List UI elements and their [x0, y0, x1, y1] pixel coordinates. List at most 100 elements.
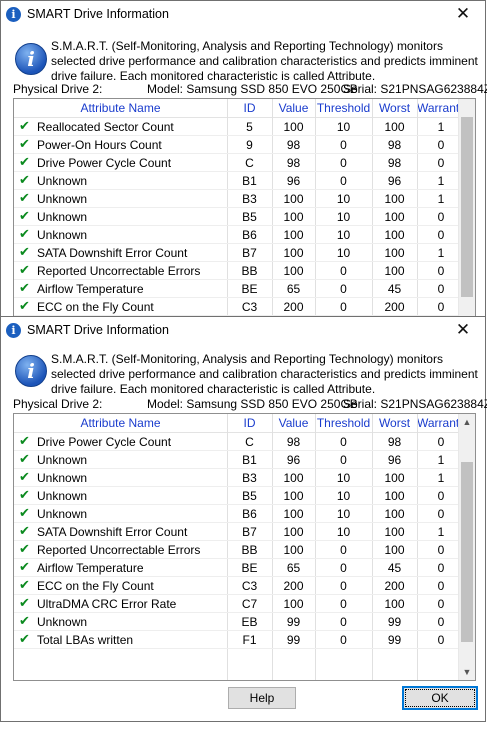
table-row[interactable]: ✔ Unknown B1 96 0 96 1 — [14, 451, 458, 469]
cell-id: B1 — [242, 453, 257, 467]
cell-threshold: 10 — [336, 228, 351, 242]
cell-name: Airflow Temperature — [37, 282, 144, 296]
column-header-id[interactable]: ID — [227, 101, 272, 115]
model-label: Model: Samsung SSD 850 EVO 250GB — [147, 82, 358, 96]
table-row[interactable]: ✔ Drive Power Cycle Count C 98 0 98 0 — [14, 433, 458, 451]
cell-name: ECC on the Fly Count — [37, 579, 154, 593]
table-row[interactable]: ✔ Power-On Hours Count 9 98 0 98 0 — [14, 136, 458, 154]
cell-worst: 100 — [384, 210, 405, 224]
cell-id: C3 — [241, 579, 258, 593]
column-header-value[interactable]: Value — [272, 101, 315, 115]
table-row[interactable]: ✔ SATA Downshift Error Count B7 100 10 100 1 — [14, 523, 458, 541]
cell-id: C — [245, 435, 254, 449]
column-header-threshold[interactable]: Threshold — [315, 416, 372, 430]
cell-threshold: 0 — [340, 138, 347, 152]
checkmark-icon: ✔ — [19, 614, 30, 629]
checkmark-icon: ✔ — [19, 596, 30, 611]
cell-threshold: 0 — [340, 174, 347, 188]
table-row[interactable]: ✔ Drive Power Cycle Count C 98 0 98 0 — [14, 154, 458, 172]
checkmark-icon: ✔ — [19, 263, 30, 278]
column-header-name[interactable]: Attribute Name — [14, 101, 227, 115]
scrollbar-thumb[interactable] — [461, 117, 473, 297]
ok-button[interactable]: OK — [402, 686, 478, 710]
column-header-worst[interactable]: Worst — [372, 101, 417, 115]
vertical-scrollbar[interactable]: ▲ ▼ — [458, 414, 475, 680]
cell-id: B7 — [242, 246, 257, 260]
cell-id: B6 — [242, 228, 257, 242]
column-header-worst[interactable]: Worst — [372, 416, 417, 430]
cell-name: Reallocated Sector Count — [37, 120, 174, 134]
attributes-table[interactable]: Attribute Name ID Value Threshold Worst Warra… — [13, 98, 476, 320]
column-header-value[interactable]: Value — [272, 416, 315, 430]
info-icon: i — [6, 7, 21, 22]
table-row[interactable]: ✔ Reallocated Sector Count 5 100 10 100 1 — [14, 118, 458, 136]
ok-button-label: OK — [405, 689, 475, 707]
cell-id: C — [245, 156, 254, 170]
cell-value: 100 — [283, 210, 304, 224]
table-row[interactable]: ✔ Unknown B3 100 10 100 1 — [14, 469, 458, 487]
table-row[interactable]: ✔ UltraDMA CRC Error Rate C7 100 0 100 0 — [14, 595, 458, 613]
cell-threshold: 10 — [336, 507, 351, 521]
cell-id: BE — [241, 561, 258, 575]
cell-threshold: 0 — [340, 615, 347, 629]
cell-value: 100 — [283, 489, 304, 503]
cell-id: C7 — [241, 597, 258, 611]
attributes-table[interactable]: Attribute Name ID Value Threshold Worst Warra… — [13, 413, 476, 681]
cell-name: Drive Power Cycle Count — [37, 435, 172, 449]
help-button[interactable]: Help — [228, 687, 296, 709]
table-row[interactable]: ✔ Unknown EB 99 0 99 0 — [14, 613, 458, 631]
cell-name: SATA Downshift Error Count — [37, 246, 188, 260]
scroll-down-arrow-icon[interactable]: ▼ — [459, 664, 475, 680]
cell-worst: 96 — [387, 453, 402, 467]
column-header-name[interactable]: Attribute Name — [14, 416, 227, 430]
checkmark-icon: ✔ — [19, 470, 30, 485]
table-row[interactable]: ✔ Unknown B3 100 10 100 1 — [14, 190, 458, 208]
table-row[interactable]: ✔ SATA Downshift Error Count B7 100 10 100 1 — [14, 244, 458, 262]
table-row[interactable]: ✔ Unknown B6 100 10 100 0 — [14, 226, 458, 244]
cell-value: 65 — [286, 282, 301, 296]
vertical-scrollbar[interactable] — [458, 99, 475, 320]
column-header-threshold[interactable]: Threshold — [315, 101, 372, 115]
cell-threshold: 0 — [340, 561, 347, 575]
checkmark-icon: ✔ — [19, 245, 30, 260]
cell-value: 98 — [286, 138, 301, 152]
title-bar[interactable]: i SMART Drive Information ✕ — [1, 1, 485, 29]
scrollbar-thumb[interactable] — [461, 462, 473, 642]
cell-id: F1 — [242, 633, 257, 647]
model-label: Model: Samsung SSD 850 EVO 250GB — [147, 397, 358, 411]
table-row[interactable]: ✔ Unknown B1 96 0 96 1 — [14, 172, 458, 190]
cell-threshold: 10 — [336, 489, 351, 503]
help-button-label: Help — [249, 691, 275, 705]
table-row[interactable]: ✔ Airflow Temperature BE 65 0 45 0 — [14, 559, 458, 577]
cell-name: Reported Uncorrectable Errors — [37, 543, 201, 557]
close-button[interactable]: ✕ — [443, 1, 483, 27]
cell-id: C3 — [241, 300, 258, 314]
cell-id: EB — [241, 615, 258, 629]
table-row[interactable]: ✔ Unknown B5 100 10 100 0 — [14, 208, 458, 226]
table-row[interactable]: ✔ Unknown B5 100 10 100 0 — [14, 487, 458, 505]
cell-value: 98 — [286, 435, 301, 449]
column-header-id[interactable]: ID — [227, 416, 272, 430]
table-row[interactable]: ✔ ECC on the Fly Count C3 200 0 200 0 — [14, 298, 458, 316]
cell-worst: 100 — [384, 471, 405, 485]
description-text: S.M.A.R.T. (Self-Monitoring, Analysis an… — [51, 39, 478, 83]
cell-name: Power-On Hours Count — [37, 138, 162, 152]
close-button[interactable]: ✕ — [443, 317, 483, 343]
cell-value: 100 — [283, 471, 304, 485]
table-row[interactable]: ✔ Unknown B6 100 10 100 0 — [14, 505, 458, 523]
cell-threshold: 10 — [336, 192, 351, 206]
title-bar[interactable]: i SMART Drive Information ✕ — [1, 317, 485, 345]
table-row[interactable]: ✔ Reported Uncorrectable Errors BB 100 0 100 0 — [14, 541, 458, 559]
cell-worst: 98 — [387, 138, 402, 152]
physical-drive-label: Physical Drive 2: — [13, 397, 103, 411]
checkmark-icon: ✔ — [19, 542, 30, 557]
scroll-up-arrow-icon[interactable]: ▲ — [459, 414, 475, 430]
table-row[interactable]: ✔ Reported Uncorrectable Errors BB 100 0 100 0 — [14, 262, 458, 280]
table-row[interactable]: ✔ ECC on the Fly Count C3 200 0 200 0 — [14, 577, 458, 595]
cell-id: B5 — [242, 210, 257, 224]
table-row[interactable]: ✔ Total LBAs written F1 99 0 99 0 — [14, 631, 458, 649]
checkmark-icon: ✔ — [19, 191, 30, 206]
table-row[interactable]: ✔ Airflow Temperature BE 65 0 45 0 — [14, 280, 458, 298]
cell-worst: 100 — [384, 120, 405, 134]
close-icon: ✕ — [455, 4, 471, 24]
